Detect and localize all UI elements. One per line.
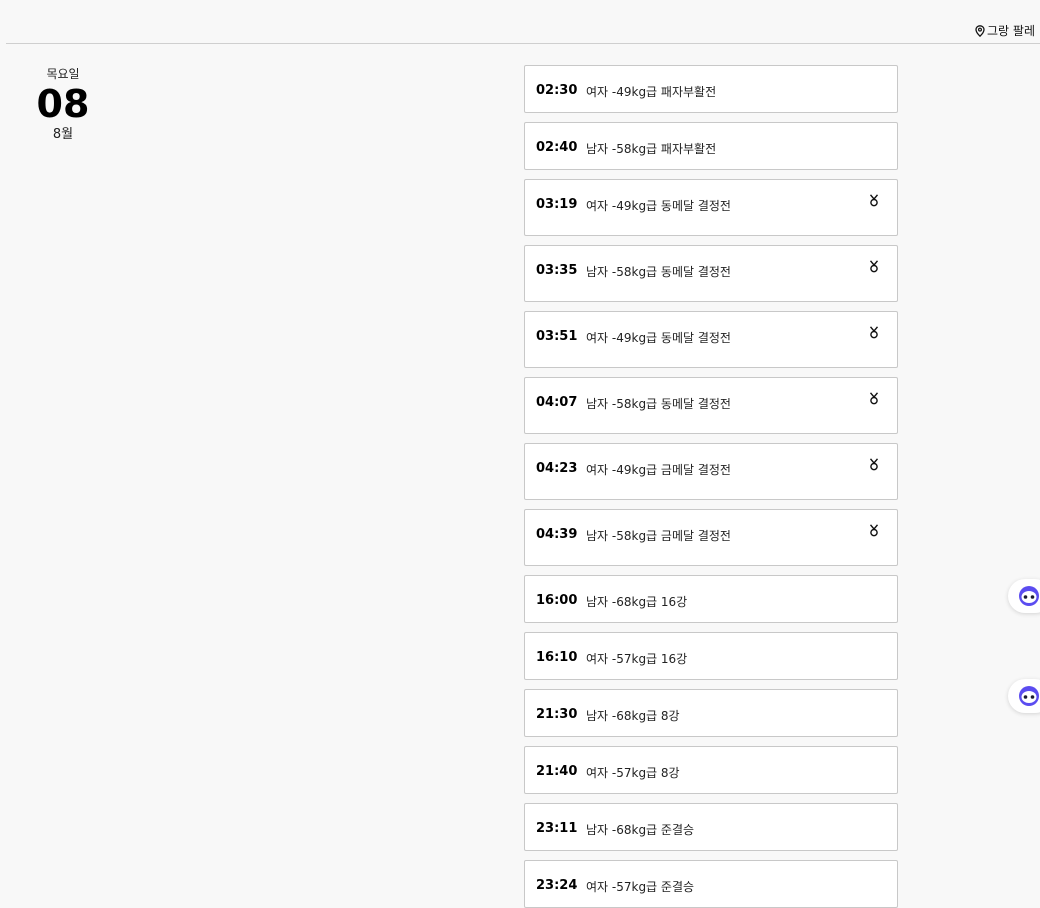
medal-icon bbox=[869, 194, 879, 207]
event-item[interactable]: 03:19 여자 -49kg급 동메달 결정전 bbox=[524, 179, 898, 236]
venue-label: 그랑 팔레 bbox=[987, 24, 1035, 38]
event-time: 02:40 bbox=[536, 140, 578, 155]
event-time: 16:00 bbox=[536, 593, 578, 608]
event-title: 남자 -68kg급 8강 bbox=[586, 709, 680, 723]
event-title: 남자 -68kg급 16강 bbox=[586, 595, 688, 609]
weekday-label: 목요일 bbox=[46, 67, 80, 81]
event-time: 23:11 bbox=[536, 821, 578, 836]
event-item[interactable]: 23:11 남자 -68kg급 준결승 bbox=[524, 803, 898, 851]
medal-icon bbox=[869, 524, 879, 537]
event-item[interactable]: 03:35 남자 -58kg급 동메달 결정전 bbox=[524, 245, 898, 302]
map-pin-icon bbox=[975, 24, 985, 37]
event-time: 21:30 bbox=[536, 707, 578, 722]
event-time: 04:07 bbox=[536, 395, 578, 410]
event-item[interactable]: 04:23 여자 -49kg급 금메달 결정전 bbox=[524, 443, 898, 500]
medal-icon bbox=[869, 458, 879, 471]
event-item[interactable]: 03:51 여자 -49kg급 동메달 결정전 bbox=[524, 311, 898, 368]
event-item[interactable]: 21:30 남자 -68kg급 8강 bbox=[524, 689, 898, 737]
event-time: 04:23 bbox=[536, 461, 578, 476]
event-item[interactable]: 02:30 여자 -49kg급 패자부활전 bbox=[524, 65, 898, 113]
event-time: 21:40 bbox=[536, 764, 578, 779]
event-time: 03:51 bbox=[536, 329, 578, 344]
event-title: 남자 -68kg급 준결승 bbox=[586, 823, 695, 837]
event-item[interactable]: 04:39 남자 -58kg급 금메달 결정전 bbox=[524, 509, 898, 566]
venue-header: 그랑 팔레 bbox=[6, 18, 1040, 44]
event-title: 여자 -57kg급 준결승 bbox=[586, 880, 695, 894]
event-item[interactable]: 23:24 여자 -57kg급 준결승 bbox=[524, 860, 898, 908]
event-time: 16:10 bbox=[536, 650, 578, 665]
event-item[interactable]: 02:40 남자 -58kg급 패자부활전 bbox=[524, 122, 898, 170]
event-time: 03:35 bbox=[536, 263, 578, 278]
event-item[interactable]: 21:40 여자 -57kg급 8강 bbox=[524, 746, 898, 794]
event-time: 02:30 bbox=[536, 83, 578, 98]
chatbot-button[interactable] bbox=[1008, 579, 1040, 613]
chatbot-icon bbox=[1019, 586, 1039, 606]
chatbot-icon bbox=[1019, 686, 1039, 706]
date-block: 목요일 08 8월 bbox=[22, 66, 104, 144]
event-item[interactable]: 16:10 여자 -57kg급 16강 bbox=[524, 632, 898, 680]
event-title: 여자 -49kg급 금메달 결정전 bbox=[586, 463, 731, 477]
medal-icon bbox=[869, 392, 879, 405]
day-number: 08 bbox=[36, 82, 90, 126]
event-title: 남자 -58kg급 동메달 결정전 bbox=[586, 265, 731, 279]
venue-link[interactable]: 그랑 팔레 bbox=[975, 22, 1035, 39]
event-title: 남자 -58kg급 패자부활전 bbox=[586, 142, 717, 156]
month-label: 8월 bbox=[52, 127, 74, 142]
event-title: 여자 -57kg급 16강 bbox=[586, 652, 688, 666]
event-time: 04:39 bbox=[536, 527, 578, 542]
event-title: 여자 -57kg급 8강 bbox=[586, 766, 680, 780]
event-item[interactable]: 04:07 남자 -58kg급 동메달 결정전 bbox=[524, 377, 898, 434]
event-title: 여자 -49kg급 동메달 결정전 bbox=[586, 199, 731, 213]
medal-icon bbox=[869, 260, 879, 273]
event-title: 남자 -58kg급 금메달 결정전 bbox=[586, 529, 731, 543]
event-time: 03:19 bbox=[536, 197, 578, 212]
event-item[interactable]: 16:00 남자 -68kg급 16강 bbox=[524, 575, 898, 623]
event-time: 23:24 bbox=[536, 878, 578, 893]
chatbot-button-2[interactable] bbox=[1008, 679, 1040, 713]
event-title: 여자 -49kg급 동메달 결정전 bbox=[586, 331, 731, 345]
event-title: 남자 -58kg급 동메달 결정전 bbox=[586, 397, 731, 411]
medal-icon bbox=[869, 326, 879, 339]
event-title: 여자 -49kg급 패자부활전 bbox=[586, 85, 717, 99]
